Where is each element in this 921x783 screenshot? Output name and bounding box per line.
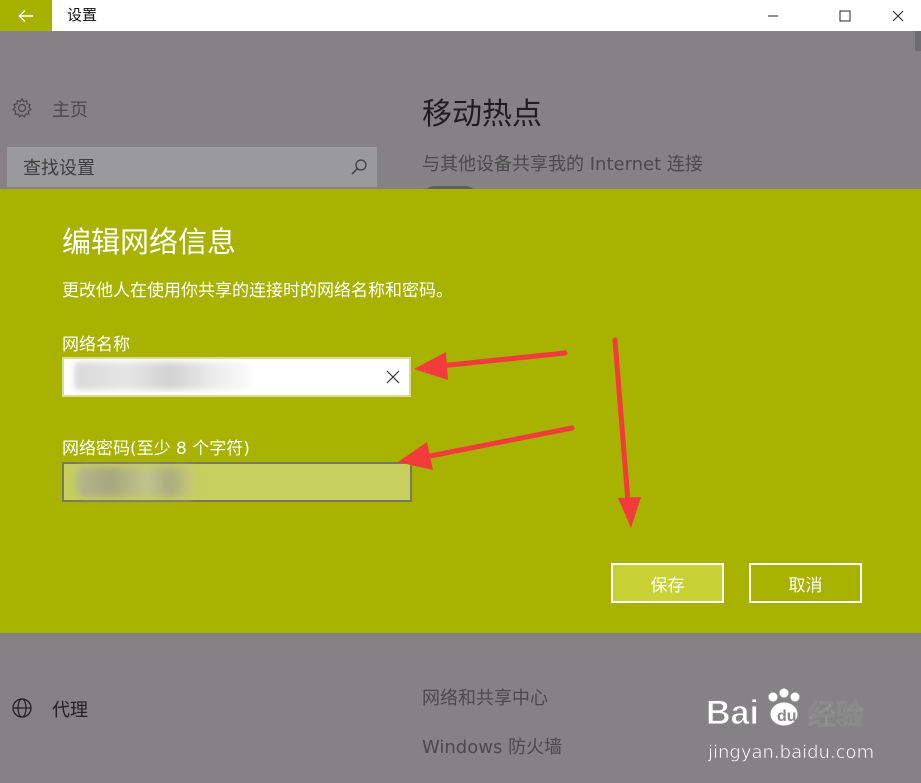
network-password-label: 网络密码(至少 8 个字符) (62, 439, 250, 459)
home-nav-icon[interactable] (11, 97, 33, 123)
baidu-watermark: Bai du 经验 jingyan.baidu.com (704, 686, 904, 776)
back-button[interactable] (0, 0, 52, 31)
search-placeholder: 查找设置 (23, 158, 95, 179)
search-input[interactable]: 查找设置 (7, 147, 377, 187)
svg-text:经验: 经验 (808, 698, 864, 731)
title-bar: 设置 (0, 0, 921, 31)
dialog-title: 编辑网络信息 (62, 225, 237, 259)
arrow-left-icon (18, 9, 33, 22)
dialog-description: 更改他人在使用你共享的连接时的网络名称和密码。 (62, 281, 453, 301)
clear-input-icon[interactable] (386, 370, 400, 384)
gear-icon (12, 97, 32, 118)
network-name-label: 网络名称 (62, 335, 130, 355)
blurred-network-password (76, 467, 194, 497)
proxy-nav-icon[interactable] (11, 697, 33, 723)
maximize-icon (839, 10, 851, 21)
windows-firewall-link[interactable]: Windows 防火墙 (422, 733, 562, 759)
blurred-network-name (74, 362, 250, 390)
minimize-icon (768, 15, 778, 16)
close-icon (892, 10, 904, 21)
window-title: 设置 (67, 6, 98, 24)
page-title: 移动热点 (422, 97, 542, 132)
svg-text:jingyan.baidu.com: jingyan.baidu.com (707, 742, 874, 763)
network-name-input[interactable] (62, 357, 411, 397)
close-button[interactable] (875, 0, 921, 31)
cancel-button[interactable]: 取消 (749, 563, 862, 603)
minimize-button[interactable] (750, 0, 796, 31)
save-button[interactable]: 保存 (611, 563, 724, 603)
network-sharing-center-link[interactable]: 网络和共享中心 (422, 684, 548, 710)
search-icon[interactable] (350, 158, 368, 176)
home-nav-label[interactable]: 主页 (52, 96, 88, 122)
svg-text:du: du (777, 708, 797, 725)
edit-network-dialog: 编辑网络信息 更改他人在使用你共享的连接时的网络名称和密码。 网络名称 网络密码… (0, 189, 921, 633)
share-connection-label: 与其他设备共享我的 Internet 连接 (422, 154, 703, 175)
maximize-button[interactable] (822, 0, 868, 31)
globe-icon (12, 698, 32, 718)
scrollbar[interactable] (915, 31, 921, 51)
network-password-input[interactable] (62, 462, 412, 502)
svg-text:Bai: Bai (706, 694, 759, 732)
baidu-paw-logo-icon: Bai du 经验 jingyan.baidu.com (706, 687, 874, 763)
proxy-nav-label[interactable]: 代理 (52, 696, 88, 722)
